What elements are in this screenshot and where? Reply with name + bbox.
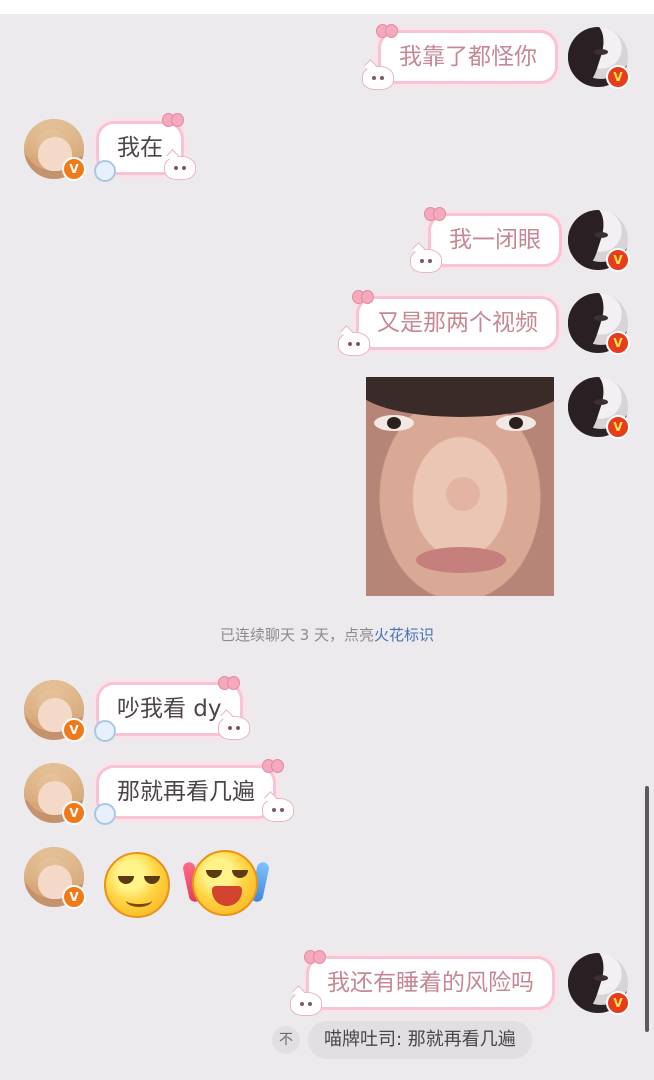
- bow-decoration-icon: [218, 676, 240, 690]
- quote-cancel-button[interactable]: 不: [272, 1026, 300, 1054]
- message-text: 我还有睡着的风险吗: [327, 970, 534, 996]
- message-text: 吵我看 dy: [117, 696, 222, 722]
- smirk-emoji-icon[interactable]: [104, 852, 170, 918]
- swirl-decoration-icon: [94, 803, 116, 825]
- message-text: 又是那两个视频: [377, 310, 538, 336]
- spark-badge-link[interactable]: 火花标识: [374, 626, 434, 644]
- message-bubble[interactable]: 我还有睡着的风险吗: [306, 956, 555, 1010]
- streak-notice: 已连续聊天 3 天，点亮火花标识: [0, 624, 654, 645]
- message-bubble[interactable]: 那就再看几遍: [96, 765, 276, 819]
- message-bubble[interactable]: 我一闭眼: [428, 213, 562, 267]
- verified-badge-icon: V: [62, 157, 86, 181]
- swirl-decoration-icon: [94, 720, 116, 742]
- verified-badge-icon: V: [62, 718, 86, 742]
- verified-badge-icon: V: [606, 331, 630, 355]
- verified-badge-icon: V: [62, 801, 86, 825]
- streak-notice-text: 已连续聊天 3 天，点亮: [219, 626, 375, 644]
- bow-decoration-icon: [352, 290, 374, 304]
- message-text: 我一闭眼: [449, 227, 541, 253]
- message-bubble[interactable]: 又是那两个视频: [356, 296, 559, 350]
- status-bar: [0, 0, 654, 14]
- verified-badge-icon: V: [62, 885, 86, 909]
- kitty-sticker-icon: [362, 66, 394, 90]
- kitty-sticker-icon: [218, 716, 250, 740]
- bow-decoration-icon: [424, 207, 446, 221]
- scrollbar[interactable]: [645, 786, 649, 1032]
- my-avatar[interactable]: V: [568, 377, 630, 439]
- contact-avatar[interactable]: V: [24, 763, 86, 825]
- kitty-sticker-icon: [290, 992, 322, 1016]
- my-avatar[interactable]: V: [568, 27, 630, 89]
- contact-avatar[interactable]: V: [24, 847, 86, 909]
- kitty-sticker-icon: [410, 249, 442, 273]
- my-avatar[interactable]: V: [568, 293, 630, 355]
- cheering-emoji-icon[interactable]: [192, 850, 258, 916]
- my-avatar[interactable]: V: [568, 953, 630, 1015]
- message-bubble[interactable]: 我靠了都怪你: [378, 30, 558, 84]
- swirl-decoration-icon: [94, 160, 116, 182]
- message-text: 我靠了都怪你: [399, 44, 537, 70]
- bow-decoration-icon: [262, 759, 284, 773]
- contact-avatar[interactable]: V: [24, 680, 86, 742]
- bow-decoration-icon: [376, 24, 398, 38]
- message-text: 那就再看几遍: [117, 779, 255, 805]
- verified-badge-icon: V: [606, 65, 630, 89]
- kitty-sticker-icon: [262, 798, 294, 822]
- my-avatar[interactable]: V: [568, 210, 630, 272]
- contact-avatar[interactable]: V: [24, 119, 86, 181]
- kitty-sticker-icon: [164, 156, 196, 180]
- image-message[interactable]: [366, 377, 554, 596]
- verified-badge-icon: V: [606, 991, 630, 1015]
- verified-badge-icon: V: [606, 415, 630, 439]
- bow-decoration-icon: [162, 113, 184, 127]
- verified-badge-icon: V: [606, 248, 630, 272]
- message-text: 我在: [117, 135, 163, 161]
- bow-decoration-icon: [304, 950, 326, 964]
- quoted-message-preview[interactable]: 喵牌吐司: 那就再看几遍: [308, 1021, 532, 1059]
- kitty-sticker-icon: [338, 332, 370, 356]
